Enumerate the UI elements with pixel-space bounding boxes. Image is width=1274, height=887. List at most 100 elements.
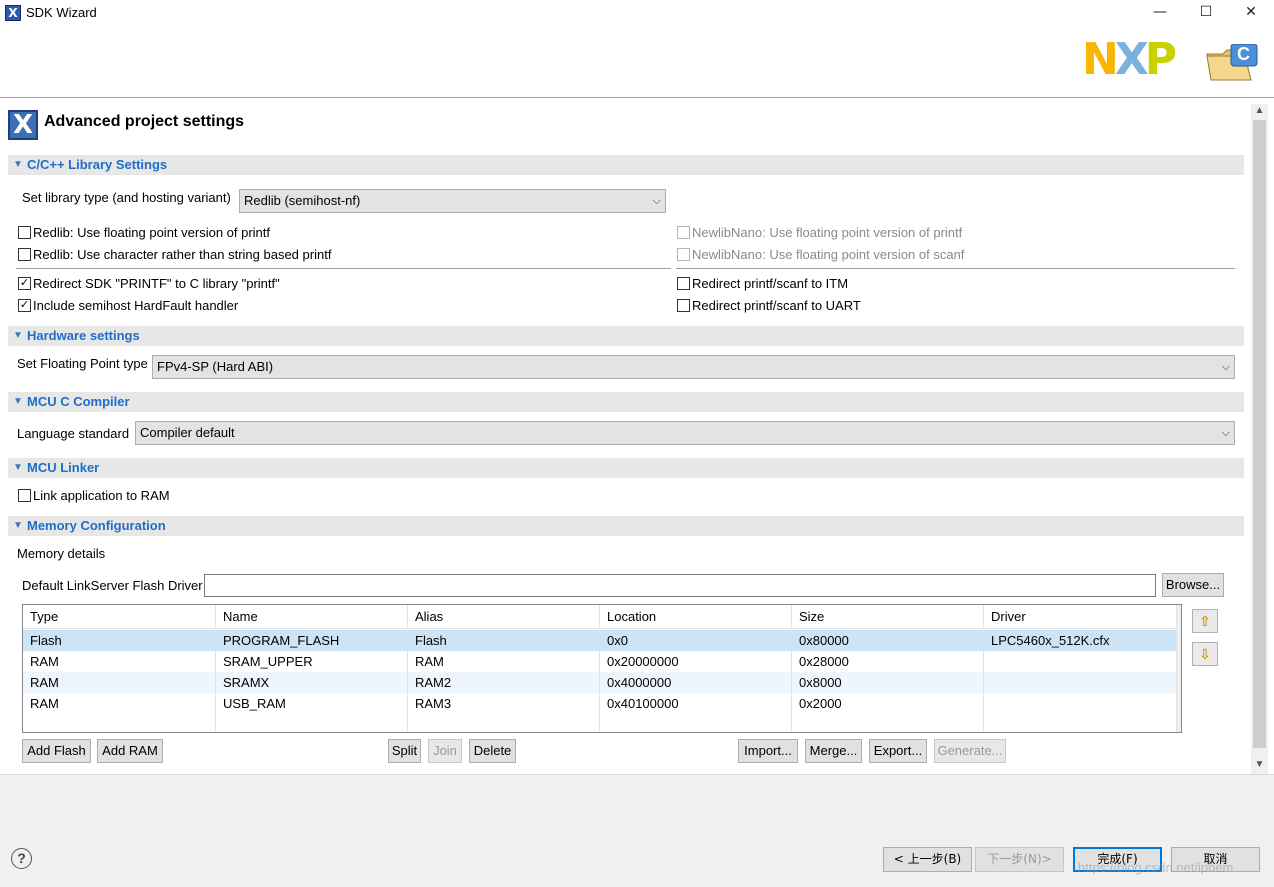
checkbox-label: Redlib: Use character rather than string… [33,247,332,262]
page-title: Advanced project settings [44,113,245,130]
table-row[interactable]: RAM USB_RAM RAM3 0x40100000 0x2000 [23,693,1177,714]
cell-type: RAM [23,672,216,693]
table-row[interactable]: RAM SRAMX RAM2 0x4000000 0x8000 [23,672,1177,693]
cell-location: 0x40100000 [600,693,792,714]
column-header-driver[interactable]: Driver [984,605,1177,629]
cell-location: 0x0 [600,630,792,651]
chevron-down-icon: ⌵ [652,195,661,207]
wizard-x-icon: X [8,110,38,140]
table-header: Type Name Alias Location Size Driver [23,605,1181,629]
export-button[interactable]: Export... [869,739,927,763]
checkbox-label: NewlibNano: Use floating point version o… [692,225,963,240]
close-button[interactable]: ✕ [1228,0,1274,26]
floating-point-select[interactable]: FPv4-SP (Hard ABI) ⌵ [152,355,1235,379]
move-up-arrow-icon[interactable]: ⇧ [1192,609,1218,633]
scrollbar-thumb[interactable] [1253,120,1266,748]
generate-button[interactable]: Generate... [934,739,1006,763]
checkbox-label: NewlibNano: Use floating point version o… [692,247,965,262]
add-ram-button[interactable]: Add RAM [97,739,163,763]
section-title: C/C++ Library Settings [27,157,168,172]
checkbox-label: Redirect printf/scanf to ITM [692,276,849,291]
checkbox-redlib-char-printf[interactable] [18,248,31,261]
logo-letter-n: N [1082,34,1119,85]
back-button[interactable]: < 上一步(B) [883,847,972,872]
expand-arrow-icon: ▼ [13,396,23,407]
help-icon[interactable]: ? [11,848,32,869]
expand-arrow-icon: ▼ [13,520,23,531]
chevron-down-icon: ⌵ [1221,427,1230,439]
cell-driver: LPC5460x_512K.cfx [984,630,1177,651]
browse-button[interactable]: Browse... [1162,573,1224,597]
add-flash-button[interactable]: Add Flash [22,739,91,763]
section-hardware-settings[interactable]: ▼ Hardware settings [8,326,1244,346]
next-button[interactable]: 下一步(N)> [975,847,1064,872]
checkbox-semihost-hardfault[interactable]: ✓ [18,299,31,312]
cell-empty [216,714,408,732]
split-button[interactable]: Split [388,739,421,763]
cell-name: SRAM_UPPER [216,651,408,672]
checkbox-redirect-uart[interactable] [677,299,690,312]
folder-c-letter: C [1237,44,1250,64]
memory-details-label: Memory details [17,546,106,561]
title-bar [0,0,1274,26]
section-memory-configuration[interactable]: ▼ Memory Configuration [8,516,1244,536]
cell-alias: RAM2 [408,672,600,693]
join-button[interactable]: Join [428,739,462,763]
checkbox-newlibnano-float-printf[interactable] [677,226,690,239]
merge-button[interactable]: Merge... [805,739,862,763]
table-row-empty[interactable] [23,714,1177,732]
column-header-alias[interactable]: Alias [408,605,600,629]
checkbox-newlibnano-float-scanf[interactable] [677,248,690,261]
checkbox-link-to-ram[interactable] [18,489,31,502]
expand-arrow-icon: ▼ [13,462,23,473]
checkbox-redirect-sdk-printf[interactable]: ✓ [18,277,31,290]
cell-empty [600,714,792,732]
cell-name: USB_RAM [216,693,408,714]
cell-location: 0x20000000 [600,651,792,672]
scroll-down-icon[interactable]: ▼ [1251,758,1268,772]
cell-empty [984,714,1177,732]
column-header-type[interactable]: Type [23,605,216,629]
logo-letter-x: X [1114,34,1149,85]
sdk-wizard-icon: X [5,5,21,21]
window-title: SDK Wizard [26,5,97,20]
column-header-size[interactable]: Size [792,605,984,629]
cell-driver [984,693,1177,714]
checkbox-label: Redirect printf/scanf to UART [692,298,861,313]
cell-empty [792,714,984,732]
maximize-button[interactable]: ☐ [1183,0,1229,26]
import-button[interactable]: Import... [738,739,798,763]
vertical-scrollbar[interactable]: ▲ ▼ [1251,104,1268,774]
delete-button[interactable]: Delete [469,739,516,763]
scroll-up-icon[interactable]: ▲ [1251,104,1268,118]
expand-arrow-icon: ▼ [13,159,23,170]
section-mcu-c-compiler[interactable]: ▼ MCU C Compiler [8,392,1244,412]
section-title: Memory Configuration [27,518,166,533]
checkbox-label: Link application to RAM [33,488,170,503]
language-standard-select[interactable]: Compiler default ⌵ [135,421,1235,445]
table-row[interactable]: Flash PROGRAM_FLASH Flash 0x0 0x80000 LP… [23,630,1177,651]
column-header-location[interactable]: Location [600,605,792,629]
checkbox-redlib-float-printf[interactable] [18,226,31,239]
cell-empty [23,714,216,732]
checkbox-label: Include semihost HardFault handler [33,298,239,313]
cell-alias: RAM3 [408,693,600,714]
minimize-button[interactable]: — [1137,0,1183,26]
column-header-name[interactable]: Name [216,605,408,629]
section-mcu-linker[interactable]: ▼ MCU Linker [8,458,1244,478]
section-library-settings[interactable]: ▼ C/C++ Library Settings [8,155,1244,175]
table-row[interactable]: RAM SRAM_UPPER RAM 0x20000000 0x28000 [23,651,1177,672]
memory-table[interactable]: Type Name Alias Location Size Driver Fla… [22,604,1182,733]
checkbox-redirect-itm[interactable] [677,277,690,290]
cell-size: 0x28000 [792,651,984,672]
nxp-logo: NXP [1082,34,1177,85]
library-type-label: Set library type (and hosting variant) [22,190,231,205]
section-title: Hardware settings [27,328,140,343]
cell-name: SRAMX [216,672,408,693]
cell-alias: Flash [408,630,600,651]
cell-type: RAM [23,693,216,714]
flash-driver-input[interactable] [204,574,1156,597]
section-title: MCU Linker [27,460,100,475]
library-type-select[interactable]: Redlib (semihost-nf) ⌵ [239,189,666,213]
move-down-arrow-icon[interactable]: ⇩ [1192,642,1218,666]
